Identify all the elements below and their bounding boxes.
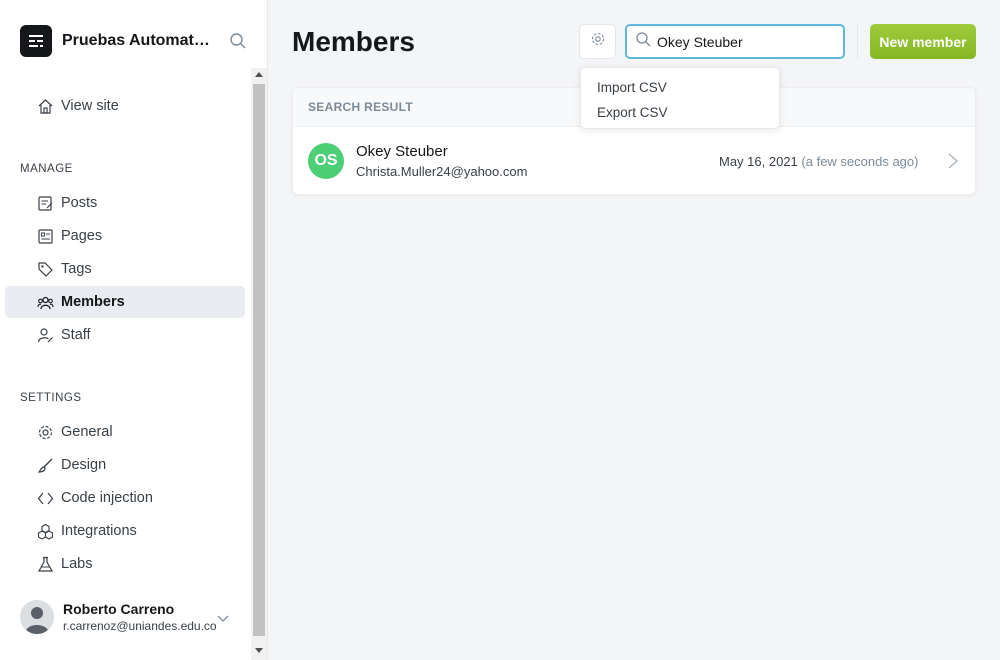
nav-label: Tags bbox=[61, 261, 92, 277]
member-avatar: OS bbox=[308, 143, 344, 179]
brand-title: Pruebas Automatización bbox=[62, 32, 210, 49]
chevron-down-icon[interactable] bbox=[216, 611, 230, 629]
sidebar-item-staff[interactable]: Staff bbox=[5, 319, 245, 351]
nav-label: View site bbox=[61, 98, 119, 114]
search-input[interactable] bbox=[657, 33, 837, 50]
sidebar-item-general[interactable]: General bbox=[5, 416, 245, 448]
pages-icon bbox=[36, 227, 54, 245]
chevron-right-icon[interactable] bbox=[947, 152, 959, 175]
member-name: Okey Steuber bbox=[356, 143, 448, 160]
scroll-thumb[interactable] bbox=[253, 84, 265, 636]
sidebar-item-pages[interactable]: Pages bbox=[5, 220, 245, 252]
avatar bbox=[20, 600, 54, 634]
nav-label: Members bbox=[61, 294, 125, 310]
user-name: Roberto Carreno bbox=[63, 601, 175, 617]
search-icon bbox=[635, 31, 652, 53]
sidebar: Pruebas Automatización View site MANAGE … bbox=[0, 0, 268, 660]
sidebar-item-labs[interactable]: Labs bbox=[5, 548, 245, 580]
brand[interactable]: Pruebas Automatización bbox=[20, 25, 210, 57]
tag-icon bbox=[36, 260, 54, 278]
relative-date-text: (a few seconds ago) bbox=[801, 154, 919, 169]
scroll-down-arrow-icon[interactable] bbox=[255, 648, 263, 653]
user-menu[interactable]: Roberto Carreno r.carrenoz@uniandes.edu.… bbox=[20, 600, 223, 634]
import-csv-menu-item[interactable]: Import CSV bbox=[581, 75, 779, 100]
integrations-icon bbox=[36, 522, 54, 540]
member-row[interactable]: OS Okey Steuber Christa.Muller24@yahoo.c… bbox=[293, 127, 975, 195]
header-divider bbox=[857, 24, 858, 59]
new-member-button[interactable]: New member bbox=[870, 24, 976, 59]
nav-label: Staff bbox=[61, 327, 91, 343]
member-created-date: May 16, 2021 (a few seconds ago) bbox=[719, 154, 918, 169]
staff-icon bbox=[36, 326, 54, 344]
gear-icon bbox=[590, 31, 606, 52]
date-text: May 16, 2021 bbox=[719, 154, 798, 169]
member-search-field[interactable] bbox=[625, 24, 845, 59]
nav-label: General bbox=[61, 424, 113, 440]
sidebar-item-code-injection[interactable]: Code injection bbox=[5, 482, 245, 514]
user-email: r.carrenoz@uniandes.edu.co bbox=[63, 619, 217, 633]
settings-dropdown-menu: Import CSV Export CSV bbox=[580, 67, 780, 129]
page-title: Members bbox=[292, 26, 415, 57]
sidebar-item-members[interactable]: Members bbox=[5, 286, 245, 318]
sidebar-item-integrations[interactable]: Integrations bbox=[5, 515, 245, 547]
home-icon bbox=[36, 97, 54, 115]
gear-icon bbox=[36, 423, 54, 441]
flask-icon bbox=[36, 555, 54, 573]
scroll-up-arrow-icon[interactable] bbox=[255, 72, 263, 77]
search-icon[interactable] bbox=[229, 32, 247, 55]
member-email: Christa.Muller24@yahoo.com bbox=[356, 164, 528, 179]
nav-label: Posts bbox=[61, 195, 98, 211]
nav-label: Design bbox=[61, 457, 107, 473]
sidebar-item-design[interactable]: Design bbox=[5, 449, 245, 481]
members-icon bbox=[36, 293, 54, 311]
nav-label: Code injection bbox=[61, 490, 153, 506]
export-csv-menu-item[interactable]: Export CSV bbox=[581, 100, 779, 125]
nav-label: Pages bbox=[61, 228, 103, 244]
sidebar-item-posts[interactable]: Posts bbox=[5, 187, 245, 219]
brush-icon bbox=[36, 456, 54, 474]
settings-section-label: SETTINGS bbox=[20, 392, 82, 404]
nav-label: Labs bbox=[61, 556, 93, 572]
nav-view-site[interactable]: View site bbox=[5, 90, 245, 122]
ghost-logo-icon bbox=[20, 25, 52, 57]
members-settings-button[interactable] bbox=[579, 24, 616, 59]
nav-label: Integrations bbox=[61, 523, 137, 539]
posts-icon bbox=[36, 194, 54, 212]
sidebar-item-tags[interactable]: Tags bbox=[5, 253, 245, 285]
manage-section-label: MANAGE bbox=[20, 163, 73, 175]
code-icon bbox=[36, 489, 54, 507]
sidebar-scrollbar[interactable] bbox=[251, 68, 267, 660]
